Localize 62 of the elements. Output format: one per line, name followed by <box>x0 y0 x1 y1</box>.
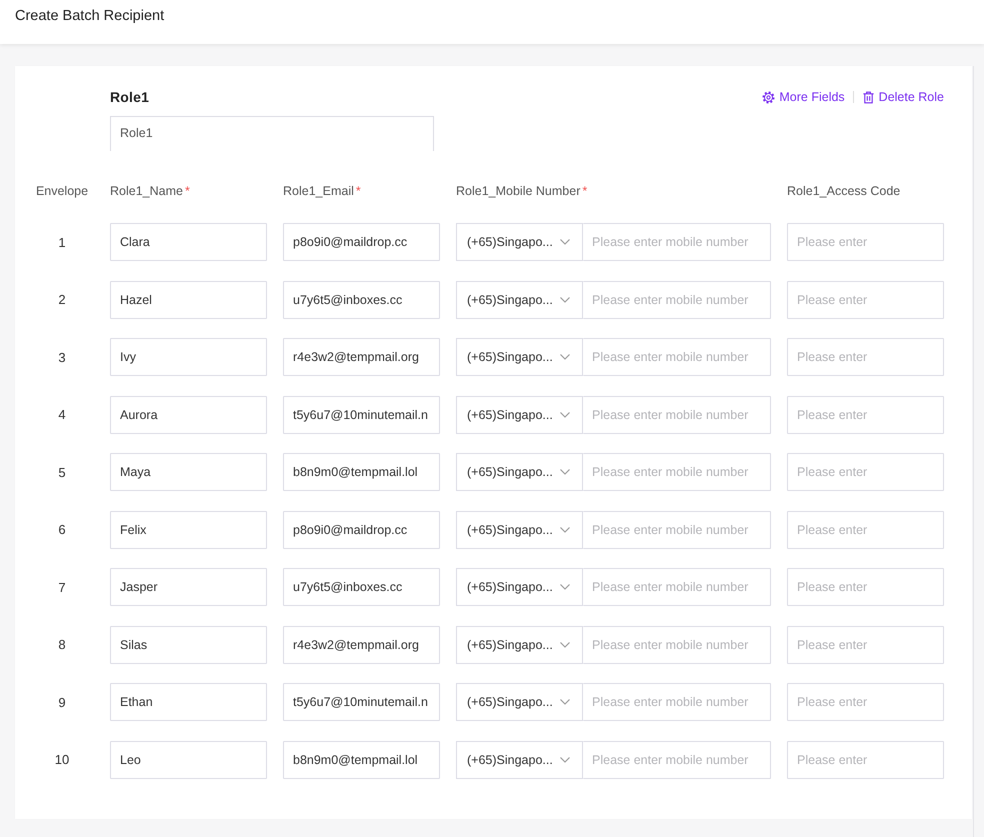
email-field[interactable]: t5y6u7@10minutemail.n <box>283 683 440 721</box>
name-field[interactable]: Aurora <box>110 396 267 434</box>
email-field[interactable]: b8n9m0@tempmail.lol <box>283 740 440 778</box>
email-field[interactable]: u7y6t5@inboxes.cc <box>283 568 440 606</box>
envelope-number: 9 <box>57 694 67 710</box>
country-code-select[interactable]: (+65)Singapo... <box>456 568 583 606</box>
column-header: Role1_Name * <box>110 183 191 200</box>
country-code-select[interactable]: (+65)Singapo... <box>456 338 583 376</box>
name-field[interactable]: Hazel <box>110 280 267 318</box>
name-field[interactable]: Clara <box>110 223 267 261</box>
settings-icon <box>762 90 776 104</box>
envelope-number: 6 <box>57 522 67 537</box>
chevron-down-icon <box>560 296 570 302</box>
country-code-select[interactable]: (+65)Singapo... <box>456 683 583 721</box>
column-header: Role1_Email * <box>283 183 362 200</box>
email-field[interactable]: p8o9i0@maildrop.cc <box>283 510 440 548</box>
chevron-down-icon <box>560 699 570 705</box>
column-header: Envelope <box>34 183 90 200</box>
email-field[interactable]: b8n9m0@tempmail.lol <box>283 453 440 491</box>
chevron-down-icon <box>560 526 570 532</box>
name-field[interactable]: Ivy <box>110 338 267 376</box>
email-field[interactable]: u7y6t5@inboxes.cc <box>283 280 440 318</box>
envelope-number: 4 <box>57 407 67 422</box>
country-code-select[interactable]: (+65)Singapo... <box>456 280 583 318</box>
chevron-down-icon <box>560 584 570 590</box>
envelope-number: 10 <box>54 752 70 767</box>
column-header: Role1_Mobile Number * <box>456 183 588 200</box>
page-title: Create Batch Recipient <box>15 7 164 25</box>
envelope-number: 5 <box>57 464 67 480</box>
name-field[interactable]: Ethan <box>110 683 267 721</box>
chevron-down-icon <box>560 469 570 475</box>
delete-role-link[interactable]: Delete Role <box>862 90 944 104</box>
email-field[interactable]: r4e3w2@tempmail.org <box>283 338 440 376</box>
name-field[interactable]: Silas <box>110 626 267 664</box>
column-header: Role1_Access Code <box>787 183 902 200</box>
more-fields-link[interactable]: More Fields <box>762 90 845 104</box>
name-field[interactable]: Felix <box>110 510 267 548</box>
envelope-number: 8 <box>57 637 67 652</box>
chevron-down-icon <box>560 354 570 360</box>
name-field[interactable]: Leo <box>110 740 267 778</box>
envelope-number: 7 <box>57 580 67 594</box>
email-field[interactable]: p8o9i0@maildrop.cc <box>283 223 440 261</box>
name-field[interactable]: Jasper <box>110 568 267 606</box>
country-code-select[interactable]: (+65)Singapo... <box>456 223 583 261</box>
country-code-select[interactable]: (+65)Singapo... <box>456 740 583 778</box>
role-title: Role1 <box>110 88 150 106</box>
chevron-down-icon <box>560 642 570 648</box>
country-code-select[interactable]: (+65)Singapo... <box>456 510 583 548</box>
chevron-down-icon <box>560 412 570 418</box>
chevron-down-icon <box>560 239 570 245</box>
email-field[interactable]: t5y6u7@10minutemail.n <box>283 396 440 434</box>
envelope-number: 3 <box>57 350 67 364</box>
trash-icon <box>862 90 875 104</box>
envelope-number: 1 <box>57 234 67 250</box>
chevron-down-icon <box>560 756 570 762</box>
envelope-number: 2 <box>57 292 67 307</box>
email-field[interactable]: r4e3w2@tempmail.org <box>283 626 440 664</box>
country-code-select[interactable]: (+65)Singapo... <box>456 396 583 434</box>
role-name-field[interactable]: Role1 <box>110 116 434 151</box>
name-field[interactable]: Maya <box>110 453 267 491</box>
country-code-select[interactable]: (+65)Singapo... <box>456 453 583 491</box>
country-code-select[interactable]: (+65)Singapo... <box>456 626 583 664</box>
